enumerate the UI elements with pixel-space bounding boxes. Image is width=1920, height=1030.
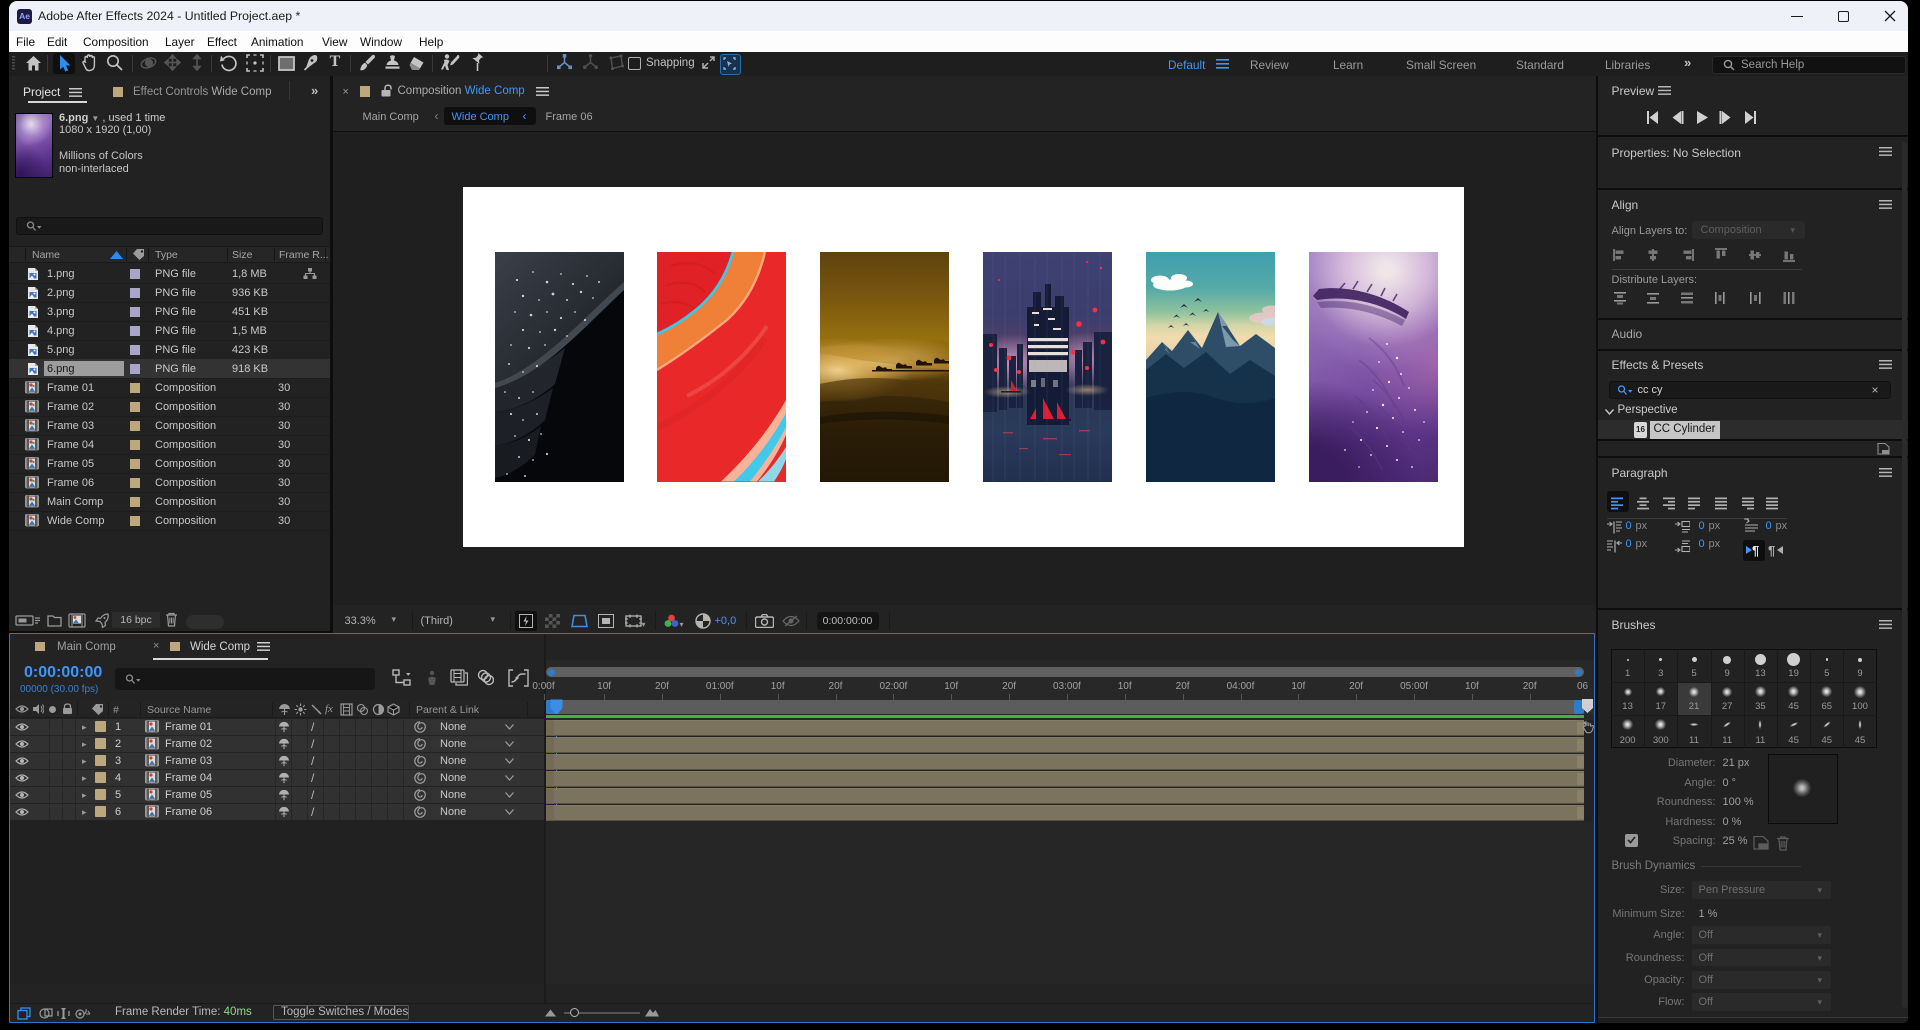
svg-text:¶: ¶ bbox=[1752, 543, 1759, 557]
svg-text:¶: ¶ bbox=[1768, 543, 1775, 557]
